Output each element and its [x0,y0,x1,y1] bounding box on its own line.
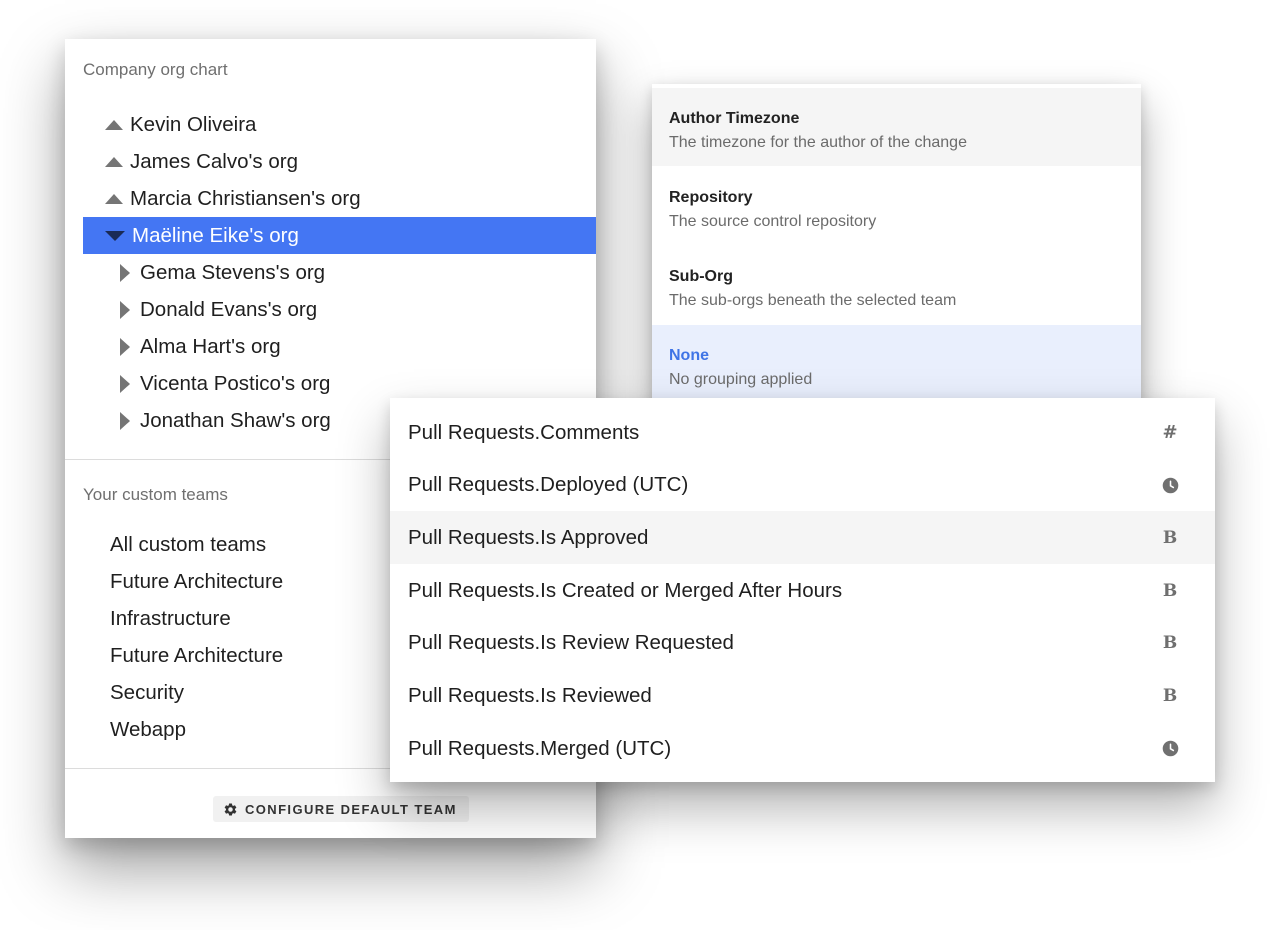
custom-team-item[interactable]: Infrastructure [110,600,231,637]
field-item[interactable]: Pull Requests.Is Approved B [390,511,1215,565]
group-option-description: The timezone for the author of the chang… [669,134,967,151]
field-list: Pull Requests.Comments # Pull Requests.Dep… [390,398,1215,782]
org-tree-item[interactable]: Vicenta Postico's org [83,365,596,402]
org-tree-item[interactable]: Marcia Christiansen's org [83,180,596,217]
caret-right-icon[interactable] [120,374,130,393]
caret-right-icon[interactable] [120,411,130,430]
boolean-icon: B [1162,580,1178,601]
hash-icon: # [1162,422,1178,443]
org-tree-item-label: Jonathan Shaw's org [140,408,331,432]
org-tree-item-label: Kevin Oliveira [130,112,257,136]
org-tree-item[interactable]: Kevin Oliveira [83,106,596,143]
group-by-menu: Author Timezone The timezone for the auth… [652,84,1141,410]
group-option-repository[interactable]: Repository The source control repository [652,167,1141,245]
org-tree-item[interactable]: Alma Hart's org [83,328,596,365]
org-tree-item-label: Donald Evans's org [140,297,318,321]
clock-icon [1161,740,1179,758]
custom-team-item[interactable]: Security [110,674,184,711]
custom-teams-title: Your custom teams [83,485,228,504]
org-tree-item-label: Vicenta Postico's org [140,371,331,395]
field-item-label: Pull Requests.Comments [408,420,640,444]
field-item-label: Pull Requests.Is Created or Merged After… [408,578,843,602]
caret-up-icon[interactable] [105,119,123,130]
field-item[interactable]: Pull Requests.Comments # [390,406,1215,459]
group-option-title: Author Timezone [669,110,800,127]
org-tree-item-label: Gema Stevens's org [140,260,326,284]
group-option-description: The sub-orgs beneath the selected team [669,292,957,309]
field-item[interactable]: Pull Requests.Is Created or Merged After… [390,564,1215,617]
caret-up-icon[interactable] [105,156,123,167]
configure-default-team-label: CONFIGURE DEFAULT TEAM [245,801,457,817]
group-option-none[interactable]: None No grouping applied [652,325,1141,403]
field-item-label: Pull Requests.Deployed (UTC) [408,473,689,497]
boolean-icon: B [1162,633,1178,654]
field-item-label: Pull Requests.Is Approved [408,525,649,549]
clock-icon [1161,476,1179,494]
group-option-sub-org[interactable]: Sub-Org The sub-orgs beneath the selected… [652,246,1141,324]
field-item[interactable]: Pull Requests.Is Reviewed B [390,670,1215,723]
org-tree-item-label: Maëline Eike's org [132,223,299,247]
field-item[interactable]: Pull Requests.Is Review Requested B [390,617,1215,670]
caret-right-icon[interactable] [120,263,130,282]
caret-right-icon[interactable] [120,337,130,356]
group-option-title: None [669,347,709,364]
caret-down-icon[interactable] [105,230,125,241]
org-tree-item[interactable]: James Calvo's org [83,143,596,180]
org-tree-item[interactable]: Maëline Eike's org [83,217,596,254]
org-tree-item[interactable]: Gema Stevens's org [83,254,596,291]
group-option-title: Sub-Org [669,268,733,285]
field-item[interactable]: Pull Requests.Deployed (UTC) [390,459,1215,512]
boolean-icon: B [1162,686,1178,706]
field-item[interactable]: Pull Requests.Merged (UTC) [390,722,1215,775]
org-tree-item-label: Marcia Christiansen's org [130,186,361,210]
custom-team-item[interactable]: Future Architecture [110,563,283,600]
field-item-label: Pull Requests.Is Reviewed [408,684,652,707]
field-item-label: Pull Requests.Is Review Requested [408,631,734,655]
caret-right-icon[interactable] [120,300,130,319]
configure-default-team-button[interactable]: CONFIGURE DEFAULT TEAM [213,796,469,822]
org-tree-item[interactable]: Donald Evans's org [83,291,596,328]
boolean-icon: B [1162,527,1178,548]
custom-team-item[interactable]: Future Architecture [110,637,283,674]
org-tree-item-label: James Calvo's org [130,149,298,173]
group-option-title: Repository [669,189,753,206]
gear-icon [224,803,237,815]
org-tree-item-label: Alma Hart's org [140,334,281,358]
field-item-label: Pull Requests.Merged (UTC) [408,736,672,760]
group-option-description: No grouping applied [669,371,813,388]
group-option-author-timezone[interactable]: Author Timezone The timezone for the auth… [652,88,1141,166]
caret-up-icon[interactable] [105,193,123,204]
custom-team-item[interactable]: All custom teams [110,526,266,563]
company-org-chart-title: Company org chart [83,60,228,79]
group-option-description: The source control repository [669,213,877,230]
custom-team-item[interactable]: Webapp [110,711,186,748]
